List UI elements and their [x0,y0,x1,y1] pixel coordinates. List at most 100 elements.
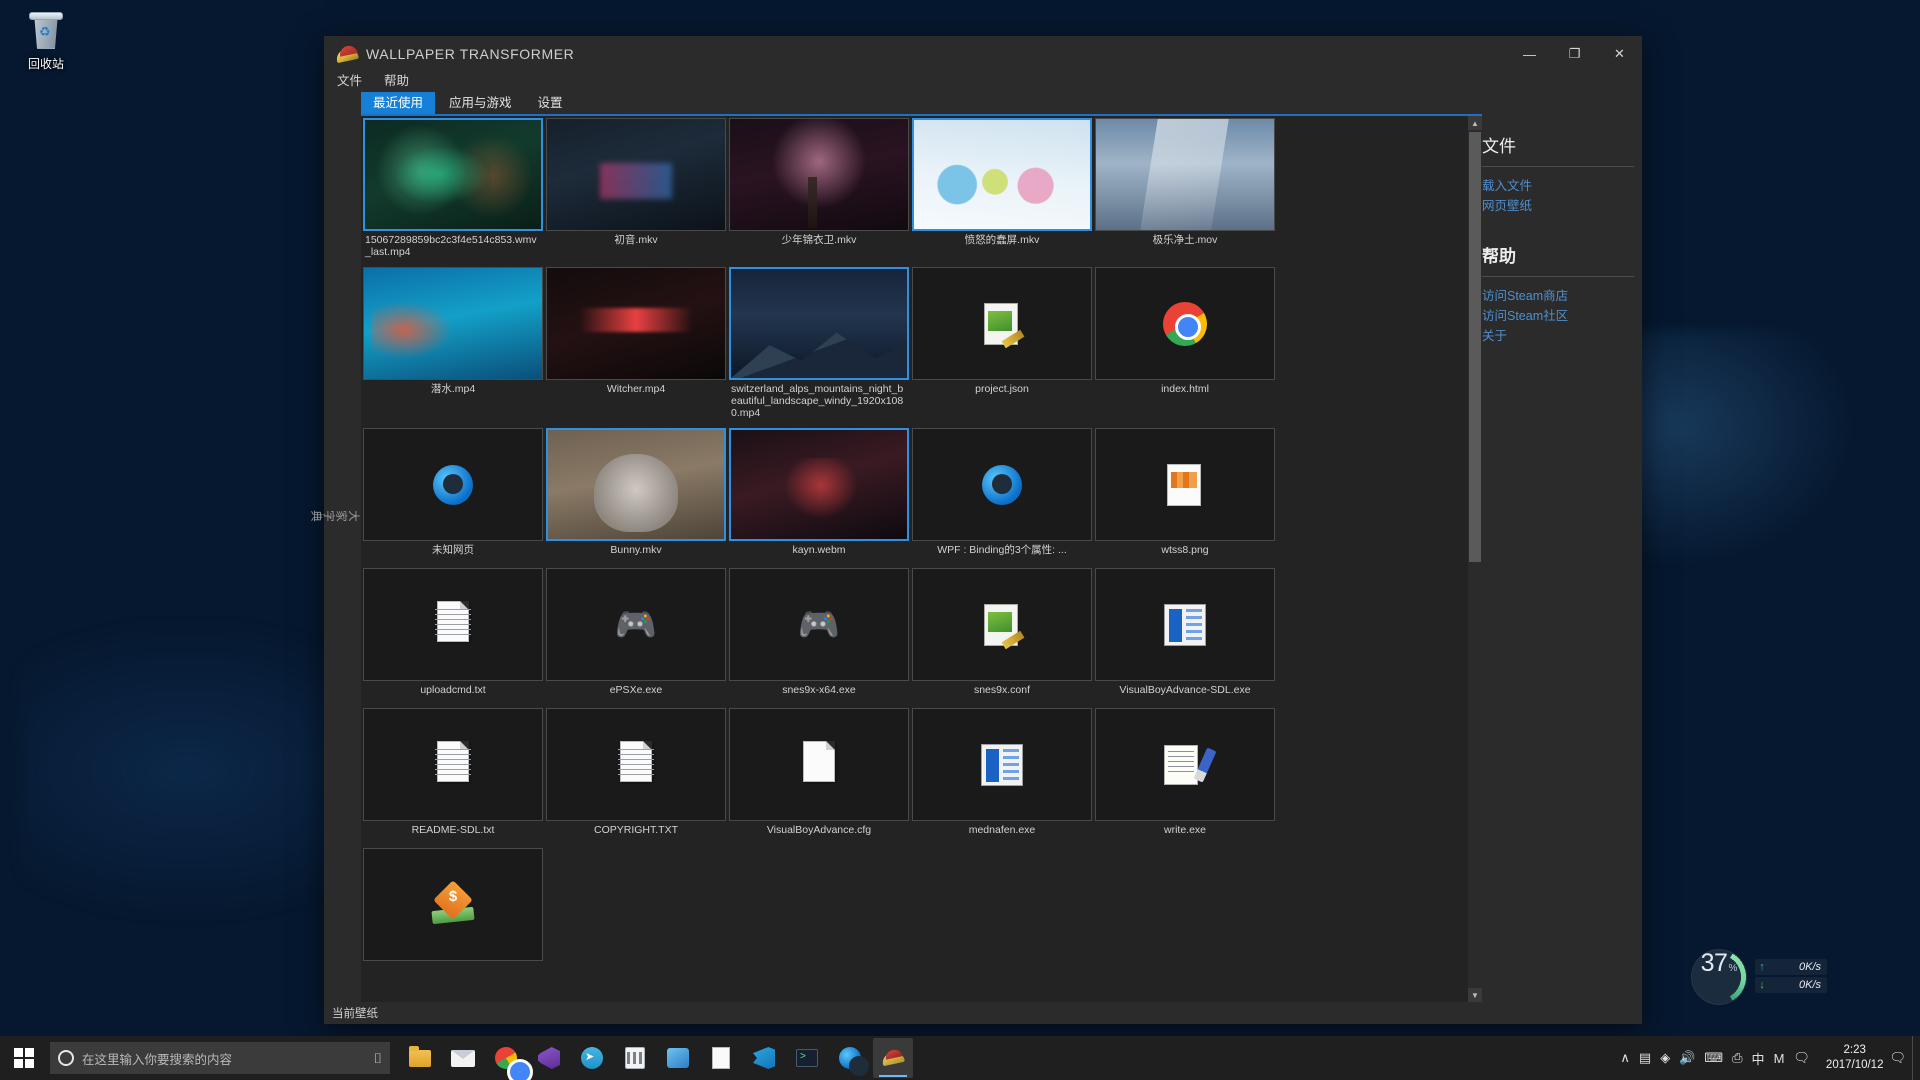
steam-community-link[interactable]: 访问Steam社区 [1482,306,1642,326]
taskbar-terminal[interactable] [787,1038,827,1078]
file-thumbnail[interactable] [363,708,543,821]
file-tile[interactable]: index.html [1095,267,1275,425]
taskbar-telegram[interactable] [572,1038,612,1078]
close-button[interactable]: ✕ [1597,40,1642,68]
taskbar-calculator[interactable] [615,1038,655,1078]
maximize-button[interactable]: ❐ [1552,40,1597,68]
file-thumbnail[interactable] [729,267,909,380]
taskbar-mail[interactable] [443,1038,483,1078]
file-thumbnail[interactable] [1095,428,1275,541]
file-thumbnail[interactable] [912,428,1092,541]
file-tile[interactable]: 15067289859bc2c3f4e514c853.wmv_last.mp4 [363,118,543,264]
action-center-icon[interactable]: 🗨 [1889,1050,1912,1066]
file-tile[interactable]: README-SDL.txt [363,708,543,845]
taskbar-file-explorer[interactable] [400,1038,440,1078]
file-thumbnail[interactable]: $ [363,848,543,961]
tray-icon[interactable]: ⎙ [1732,1050,1742,1066]
scroll-down-button[interactable]: ▼ [1468,988,1482,1002]
menu-help[interactable]: 帮助 [381,69,412,90]
tray-icon[interactable]: ∧ [1620,1050,1630,1066]
taskbar-notepad[interactable] [701,1038,741,1078]
scrollbar-thumb[interactable] [1469,132,1481,562]
file-thumbnail[interactable] [1095,267,1275,380]
file-tile[interactable]: 🎮 snes9x-x64.exe [729,568,909,705]
vertical-scrollbar[interactable]: ▲ ▼ [1468,116,1482,1002]
taskbar-vs-code[interactable] [744,1038,784,1078]
file-tile[interactable]: 潜水.mp4 [363,267,543,425]
file-thumbnail[interactable] [912,267,1092,380]
file-thumbnail[interactable] [546,708,726,821]
file-tile[interactable]: 少年锦衣卫.mkv [729,118,909,264]
steam-store-link[interactable]: 访问Steam商店 [1482,286,1642,306]
file-thumbnail[interactable] [363,118,543,231]
file-tile[interactable]: 🎮 ePSXe.exe [546,568,726,705]
file-thumbnail[interactable] [1095,118,1275,231]
taskbar-chrome[interactable] [486,1038,533,1080]
file-thumbnail[interactable] [729,118,909,231]
file-thumbnail[interactable] [912,708,1092,821]
tray-icon[interactable]: ▤ [1639,1050,1651,1066]
file-thumbnail[interactable] [546,267,726,380]
file-thumbnail[interactable] [363,568,543,681]
show-desktop-button[interactable] [1912,1036,1920,1080]
file-tile[interactable]: COPYRIGHT.TXT [546,708,726,845]
file-tile[interactable]: switzerland_alps_mountains_night_beautif… [729,267,909,425]
tab-recent[interactable]: 最近使用 [361,92,436,114]
menu-file[interactable]: 文件 [334,69,365,90]
file-thumbnail[interactable] [546,118,726,231]
file-tile[interactable]: 愤怒的蠢屏.mkv [912,118,1092,264]
file-thumbnail[interactable] [912,118,1092,231]
microphone-icon[interactable]: ⌷ [374,1050,382,1067]
file-thumbnail[interactable] [546,428,726,541]
file-tile[interactable]: snes9x.conf [912,568,1092,705]
tray-icon[interactable]: ◈ [1660,1050,1670,1066]
about-link[interactable]: 关于 [1482,326,1642,346]
file-thumbnail[interactable] [1095,708,1275,821]
taskbar-clock[interactable]: 2:23 2017/10/12 [1820,1043,1890,1073]
file-tile[interactable]: VisualBoyAdvance.cfg [729,708,909,845]
file-tile[interactable]: project.json [912,267,1092,425]
title-bar[interactable]: WALLPAPER TRANSFORMER — ❐ ✕ [324,36,1642,68]
taskbar-paint[interactable] [658,1038,698,1078]
file-thumbnail[interactable] [912,568,1092,681]
file-tile[interactable]: WPF : Binding的3个属性: ... [912,428,1092,565]
tray-icon[interactable]: M [1774,1051,1785,1066]
file-tile[interactable]: wtss8.png [1095,428,1275,565]
file-tile[interactable]: 初音.mkv [546,118,726,264]
minimize-button[interactable]: — [1507,40,1552,68]
file-tile[interactable]: Witcher.mp4 [546,267,726,425]
file-tile[interactable]: write.exe [1095,708,1275,845]
file-thumbnail[interactable] [1095,568,1275,681]
file-tile[interactable]: mednafen.exe [912,708,1092,845]
file-tile[interactable]: 极乐净土.mov [1095,118,1275,264]
scroll-up-button[interactable]: ▲ [1468,116,1482,130]
file-tile[interactable]: 未知网页 [363,428,543,565]
desktop-icon-recycle-bin[interactable]: ♻ 回收站 [8,8,84,72]
file-tile[interactable]: $ [363,848,543,985]
file-thumbnail[interactable]: 🎮 [546,568,726,681]
tab-apps-and-games[interactable]: 应用与游戏 [437,92,524,114]
load-file-link[interactable]: 载入文件 [1482,176,1642,196]
file-thumbnail[interactable] [729,428,909,541]
net-speed-widget[interactable]: 37 % ↑ 0K/s ↓ 0K/s [1691,949,1827,1005]
taskbar-visual-studio[interactable] [529,1038,569,1078]
taskbar-search-box[interactable]: 在这里输入你要搜索的内容 ⌷ [50,1042,390,1074]
web-wallpaper-link[interactable]: 网页壁纸 [1482,196,1642,216]
vertical-tab-strip[interactable]: 大家字典 [310,90,360,1002]
file-tile[interactable]: kayn.webm [729,428,909,565]
taskbar-edge[interactable] [830,1038,870,1078]
file-thumbnail[interactable] [363,428,543,541]
file-tile[interactable]: VisualBoyAdvance-SDL.exe [1095,568,1275,705]
tray-icon[interactable]: 🔊 [1679,1050,1695,1066]
file-thumbnail[interactable] [363,267,543,380]
start-button[interactable] [0,1036,48,1080]
tab-settings[interactable]: 设置 [526,92,575,114]
tray-icon[interactable]: 中 [1752,1049,1765,1068]
file-tile[interactable]: Bunny.mkv [546,428,726,565]
file-thumbnail[interactable]: 🎮 [729,568,909,681]
tray-icon[interactable]: ⌨ [1704,1050,1723,1066]
file-thumbnail[interactable] [729,708,909,821]
tray-icon[interactable]: 🗨 [1793,1050,1810,1066]
file-tile[interactable]: uploadcmd.txt [363,568,543,705]
taskbar-wallpaper-transformer[interactable] [873,1038,913,1078]
